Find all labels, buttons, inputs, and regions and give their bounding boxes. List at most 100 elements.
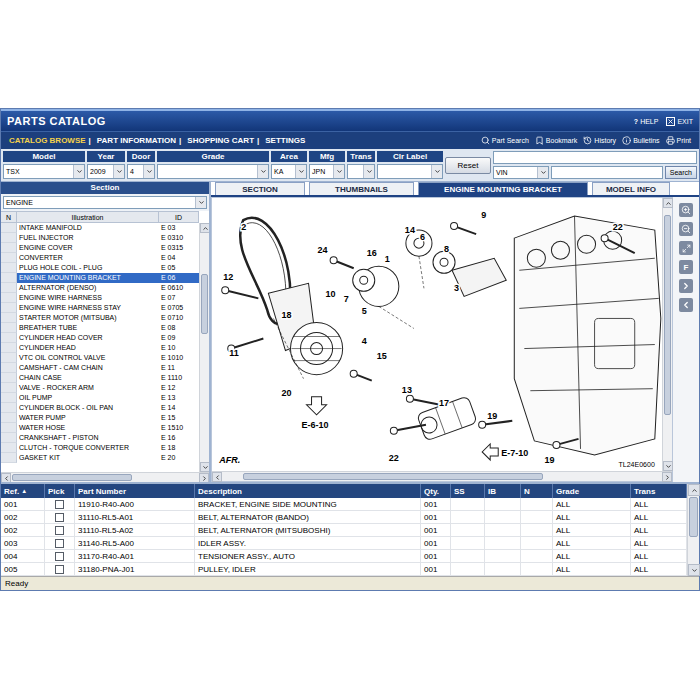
scroll-thumb[interactable] <box>12 474 132 481</box>
callout-number[interactable]: 24 <box>318 245 328 255</box>
nav-tool[interactable]: History <box>583 136 616 145</box>
callout-number[interactable]: 17 <box>439 398 449 408</box>
nav-item[interactable]: SHOPPING CART| <box>187 136 259 145</box>
pick-checkbox[interactable] <box>55 552 64 561</box>
section-item[interactable]: ENGINE MOUNTING BRACKETE 06 <box>1 273 199 283</box>
callout-number[interactable]: 10 <box>326 289 336 299</box>
dropdown-arrow[interactable] <box>363 165 374 178</box>
horizontal-scrollbar[interactable] <box>212 471 672 481</box>
section-item[interactable]: ENGINE WIRE HARNESSE 07 <box>1 293 199 303</box>
vertical-scrollbar[interactable] <box>662 198 672 471</box>
filter-select[interactable]: TSX <box>3 164 85 179</box>
scroll-down-button[interactable] <box>200 462 209 472</box>
section-dropdown[interactable]: ENGINE <box>3 196 207 209</box>
nav-tool[interactable]: Bookmark <box>535 136 578 145</box>
vertical-scrollbar[interactable] <box>687 484 699 576</box>
column-header[interactable]: Pick <box>45 484 75 498</box>
table-row[interactable]: 00431170-R40-A01TENSIONER ASSY., AUTO001… <box>1 550 687 563</box>
exit-button[interactable]: EXIT <box>666 117 693 126</box>
scroll-thumb[interactable] <box>201 274 208 334</box>
tab[interactable]: ENGINE MOUNTING BRACKET <box>418 182 588 195</box>
scroll-thumb[interactable] <box>243 473 543 480</box>
section-item[interactable]: BREATHER TUBEE 08 <box>1 323 199 333</box>
section-item[interactable]: CAMSHAFT - CAM CHAINE 11 <box>1 363 199 373</box>
callout-number[interactable]: 16 <box>367 248 377 258</box>
filter-select[interactable] <box>157 164 269 179</box>
section-item[interactable]: WATER PUMPE 15 <box>1 413 199 423</box>
filter-select[interactable]: KA <box>271 164 307 179</box>
table-row[interactable]: 00111910-R40-A00BRACKET, ENGINE SIDE MOU… <box>1 498 687 511</box>
dropdown-arrow[interactable] <box>537 167 548 178</box>
dropdown-arrow[interactable] <box>73 165 84 178</box>
scroll-thumb[interactable] <box>689 497 698 537</box>
fit-button[interactable] <box>679 241 693 255</box>
scroll-thumb[interactable] <box>664 215 671 415</box>
tab[interactable]: THUMBNAILS <box>309 182 414 195</box>
filter-select[interactable] <box>377 164 443 179</box>
section-item[interactable]: FUEL INJECTORE 0310 <box>1 233 199 243</box>
callout-number[interactable]: 22 <box>389 453 399 463</box>
callout-number[interactable]: 18 <box>281 310 291 320</box>
filter-select[interactable]: 4 <box>127 164 155 179</box>
section-item[interactable]: CRANKSHAFT - PISTONE 16 <box>1 433 199 443</box>
table-row[interactable]: 00531180-PNA-J01PULLEY, IDLER001ALLALL <box>1 563 687 576</box>
tab[interactable]: MODEL INFO <box>592 182 670 195</box>
vin-input[interactable] <box>493 151 697 164</box>
dropdown-arrow[interactable] <box>431 165 442 178</box>
previous-button[interactable] <box>679 298 693 312</box>
nav-tool[interactable]: Part Search <box>481 136 529 145</box>
section-item[interactable]: ENGINE WIRE HARNESS STAYE 0705 <box>1 303 199 313</box>
dropdown-arrow[interactable] <box>195 197 206 208</box>
filter-select[interactable]: 2009 <box>87 164 125 179</box>
callout-number[interactable]: 20 <box>281 388 291 398</box>
table-row[interactable]: 00331140-RL5-A00IDLER ASSY.001ALLALL <box>1 537 687 550</box>
search-input[interactable] <box>551 166 663 179</box>
section-item[interactable]: CONVERTERE 04 <box>1 253 199 263</box>
callout-number[interactable]: 19 <box>544 455 554 465</box>
nav-item[interactable]: CATALOG BROWSE| <box>9 136 91 145</box>
dropdown-arrow[interactable] <box>143 165 154 178</box>
scroll-up-button[interactable] <box>663 198 673 208</box>
section-item[interactable]: VTC OIL CONTROL VALVEE 1010 <box>1 353 199 363</box>
section-item[interactable]: WATER HOSEE 1510 <box>1 423 199 433</box>
callout-number[interactable]: 6 <box>420 232 425 242</box>
scroll-right-button[interactable] <box>662 472 672 482</box>
callout-number[interactable]: 3 <box>454 283 459 293</box>
nav-item[interactable]: PART INFORMATION| <box>97 136 182 145</box>
column-header[interactable]: IB <box>485 484 521 498</box>
search-button[interactable]: Search <box>665 166 697 179</box>
section-item[interactable]: CYLINDER BLOCK - OIL PANE 14 <box>1 403 199 413</box>
pick-checkbox[interactable] <box>55 526 64 535</box>
pick-checkbox[interactable] <box>55 565 64 574</box>
scroll-up-button[interactable] <box>200 223 209 233</box>
section-item[interactable]: INTAKE MANIFOLDE 03 <box>1 223 199 233</box>
callout-number[interactable]: 9 <box>481 210 486 220</box>
reference-link[interactable]: E-7-10 <box>501 448 528 458</box>
callout-number[interactable]: 11 <box>229 348 239 358</box>
diagram-canvas[interactable]: 214698223241611075412181115201317192219E… <box>212 198 662 471</box>
scroll-down-button[interactable] <box>688 564 700 576</box>
scroll-down-button[interactable] <box>663 461 673 471</box>
next-button[interactable] <box>679 279 693 293</box>
reference-link[interactable]: E-6-10 <box>302 420 329 430</box>
column-header[interactable]: Part Number <box>75 484 195 498</box>
callout-number[interactable]: 8 <box>444 244 449 254</box>
pick-checkbox[interactable] <box>55 500 64 509</box>
section-item[interactable]: CLUTCH - TORQUE CONVERTERE 18 <box>1 443 199 453</box>
column-header[interactable]: ID <box>159 212 199 222</box>
scroll-left-button[interactable] <box>212 472 222 482</box>
column-header[interactable]: SS <box>451 484 485 498</box>
table-row[interactable]: 00231110-RL5-A01BELT, ALTERNATOR (BANDO)… <box>1 511 687 524</box>
section-item[interactable]: PLUG HOLE COIL - PLUGE 05 <box>1 263 199 273</box>
dropdown-arrow[interactable] <box>333 165 344 178</box>
dropdown-arrow[interactable] <box>295 165 306 178</box>
horizontal-scrollbar[interactable] <box>1 472 209 482</box>
nav-tool[interactable]: Bulletins <box>622 136 659 145</box>
column-header[interactable]: Trans <box>631 484 687 498</box>
callout-number[interactable]: 7 <box>344 294 349 304</box>
callout-number[interactable]: 2 <box>241 222 246 232</box>
tab[interactable]: SECTION <box>215 182 305 195</box>
section-item[interactable]: STARTER MOTOR (MITSUBA)E 0710 <box>1 313 199 323</box>
callout-number[interactable]: 5 <box>362 306 367 316</box>
column-header[interactable]: Illustration <box>17 212 159 222</box>
